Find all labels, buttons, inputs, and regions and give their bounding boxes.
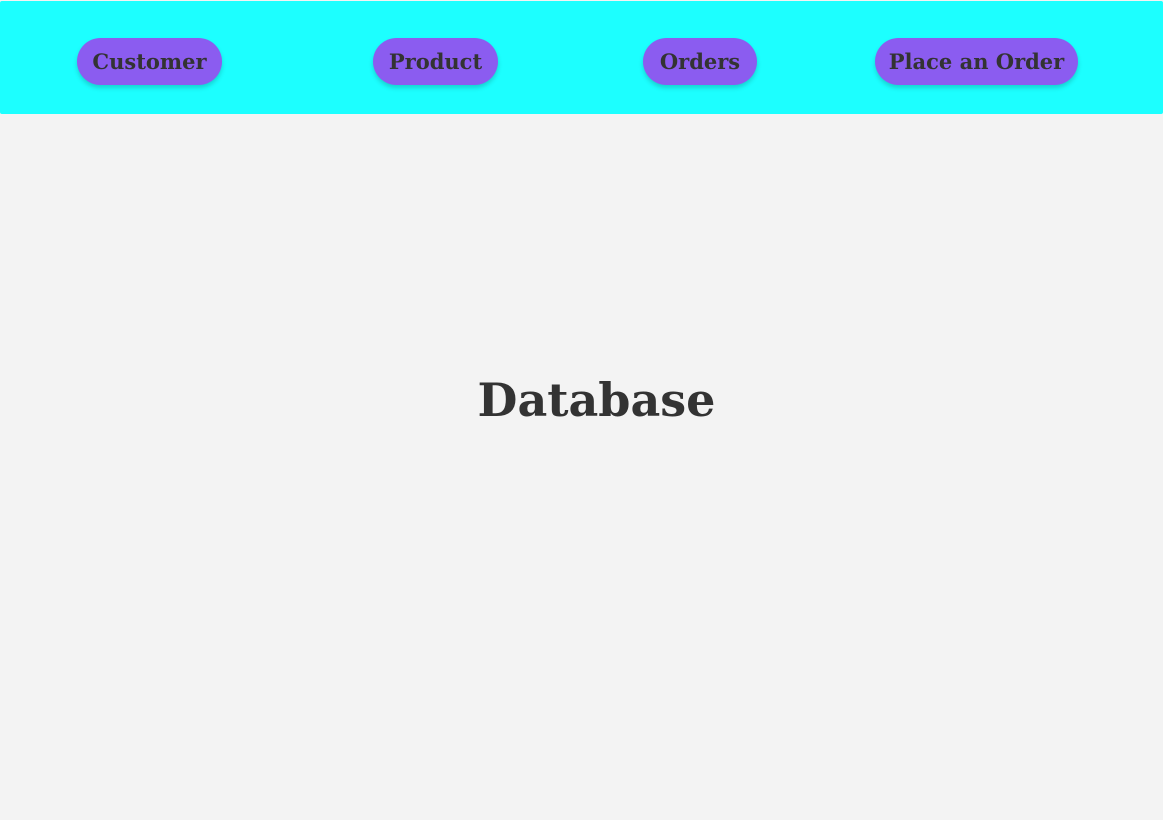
customer-button[interactable]: Customer bbox=[77, 38, 222, 85]
page-title: Database bbox=[477, 373, 716, 427]
place-an-order-button[interactable]: Place an Order bbox=[875, 38, 1078, 85]
orders-button[interactable]: Orders bbox=[643, 38, 757, 85]
top-navigation-bar: Customer Product Orders Place an Order bbox=[0, 1, 1163, 114]
product-button[interactable]: Product bbox=[373, 38, 498, 85]
